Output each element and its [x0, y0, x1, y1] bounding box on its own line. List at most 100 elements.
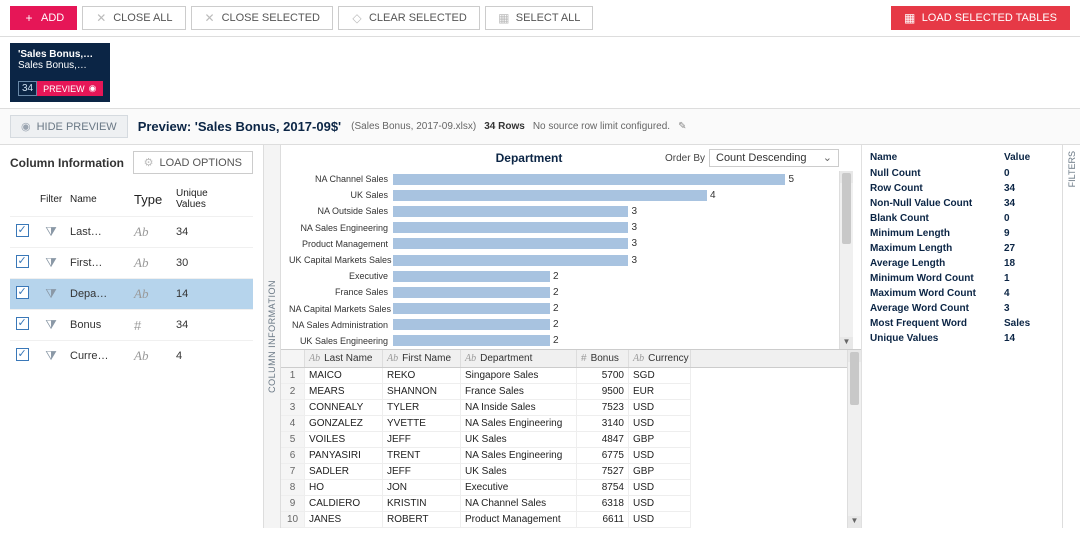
checkbox[interactable]	[16, 255, 29, 268]
row-number: 3	[281, 400, 305, 416]
chart-bar-row[interactable]: Executive 2	[289, 268, 839, 284]
col-unique-values: 34	[174, 224, 234, 240]
hide-preview-button[interactable]: ◉HIDE PREVIEW	[10, 115, 128, 138]
select-all-button[interactable]: ▦SELECT ALL	[485, 6, 594, 30]
chart-title: Department	[393, 151, 665, 165]
table-row[interactable]: 9CALDIEROKRISTINNA Channel Sales6318USD	[281, 496, 847, 512]
stat-value: 34	[1004, 198, 1054, 209]
add-button[interactable]: +ADD	[10, 6, 77, 30]
load-options-button[interactable]: ⚙LOAD OPTIONS	[133, 151, 253, 174]
grid-head-bonus[interactable]: Bonus	[591, 353, 619, 364]
funnel-icon[interactable]: ⧩	[45, 255, 57, 270]
filters-vertical-tab[interactable]: FILTERS	[1062, 145, 1080, 528]
table-row[interactable]: 5VOILESJEFFUK Sales4847GBP	[281, 432, 847, 448]
scroll-down-icon[interactable]: ▼	[840, 337, 853, 349]
table-row[interactable]: 10JANESROBERTProduct Management6611USD	[281, 512, 847, 528]
bar-track: 2	[393, 335, 839, 346]
cell-lastname: GONZALEZ	[305, 416, 383, 432]
table-row[interactable]: 2MEARSSHANNONFrance Sales9500EUR	[281, 384, 847, 400]
column-info-row[interactable]: ⧩Depa…Ab14	[10, 278, 253, 309]
chart-bar-row[interactable]: UK Capital Markets Sales3	[289, 252, 839, 268]
checkbox[interactable]	[16, 224, 29, 237]
chart-bar-row[interactable]: UK Sales4	[289, 187, 839, 203]
load-selected-tables-button[interactable]: ▦LOAD SELECTED TABLES	[891, 6, 1070, 30]
chart-area: Department Order By Count Descending NA …	[281, 145, 861, 349]
table-row[interactable]: 3CONNEALYTYLERNA Inside Sales7523USD	[281, 400, 847, 416]
funnel-icon[interactable]: ⧩	[45, 224, 57, 239]
table-row[interactable]: 6PANYASIRITRENTNA Sales Engineering6775U…	[281, 448, 847, 464]
table-row[interactable]: 1MAICOREKOSingapore Sales5700SGD	[281, 368, 847, 384]
eye-icon: ◉	[21, 120, 31, 133]
clear-selected-button[interactable]: ◇CLEAR SELECTED	[338, 6, 480, 30]
stat-name: Average Length	[870, 258, 1004, 269]
checkbox[interactable]	[16, 348, 29, 361]
chart-bar-row[interactable]: UK Sales Engineering 2	[289, 333, 839, 349]
column-info-row[interactable]: ⧩First…Ab30	[10, 247, 253, 278]
bar-track: 3	[393, 222, 839, 233]
stat-name: Minimum Length	[870, 228, 1004, 239]
funnel-icon[interactable]: ⧩	[45, 317, 57, 332]
type-ab-icon: Ab	[465, 353, 476, 364]
grid-head-currency[interactable]: Currency	[648, 353, 689, 364]
stat-row: Maximum Word Count4	[870, 286, 1054, 301]
edit-limit-icon[interactable]: ✎	[678, 121, 686, 132]
cell-currency: USD	[629, 512, 691, 528]
table-row[interactable]: 4GONZALEZYVETTENA Sales Engineering3140U…	[281, 416, 847, 432]
chart-bar-row[interactable]: NA Sales Administration2	[289, 317, 839, 333]
ci-head-filter: Filter	[38, 192, 64, 207]
chart-bar-row[interactable]: NA Sales Engineering3	[289, 220, 839, 236]
funnel-icon[interactable]: ⧩	[45, 286, 57, 301]
scroll-thumb[interactable]	[842, 173, 851, 244]
column-info-vertical-tab[interactable]: COLUMN INFORMATION	[263, 145, 281, 528]
grid-head-firstname[interactable]: First Name	[402, 353, 451, 364]
scroll-down-icon[interactable]: ▼	[848, 516, 861, 528]
chart-bar-row[interactable]: NA Outside Sales3	[289, 203, 839, 219]
bar-value: 2	[553, 335, 559, 346]
cell-department: Singapore Sales	[461, 368, 577, 384]
bar-value: 2	[553, 271, 559, 282]
bar-label: UK Capital Markets Sales	[289, 255, 393, 265]
stat-row: Null Count0	[870, 166, 1054, 181]
stat-name: Average Word Count	[870, 303, 1004, 314]
cell-firstname: JON	[383, 480, 461, 496]
funnel-icon[interactable]: ⧩	[45, 348, 57, 363]
cell-lastname: CONNEALY	[305, 400, 383, 416]
ci-head-type: Type	[132, 190, 170, 209]
table-row[interactable]: 8HOJONExecutive8754USD	[281, 480, 847, 496]
bar-label: UK Sales Engineering	[289, 336, 393, 346]
table-card[interactable]: 'Sales Bonus,… Sales Bonus,… 34 PREVIEW◉	[10, 43, 110, 102]
chart-bar-row[interactable]: NA Capital Markets Sales2	[289, 301, 839, 317]
cell-bonus: 8754	[577, 480, 629, 496]
row-number: 1	[281, 368, 305, 384]
grid-scrollbar[interactable]: ▲ ▼	[847, 350, 861, 528]
cell-department: Executive	[461, 480, 577, 496]
grid-head-lastname[interactable]: Last Name	[324, 353, 372, 364]
bar-label: Executive	[289, 271, 393, 281]
table-row[interactable]: 7SADLERJEFFUK Sales7527GBP	[281, 464, 847, 480]
orderby-select[interactable]: Count Descending	[709, 149, 839, 167]
cell-currency: GBP	[629, 464, 691, 480]
card-preview-button[interactable]: PREVIEW◉	[37, 81, 102, 96]
column-info-row[interactable]: ⧩Curre…Ab4	[10, 340, 253, 371]
close-all-button[interactable]: ✕CLOSE ALL	[82, 6, 185, 30]
column-info-row[interactable]: ⧩Last…Ab34	[10, 216, 253, 247]
checkbox[interactable]	[16, 317, 29, 330]
chart-bar-row[interactable]: NA Channel Sales5	[289, 171, 839, 187]
chart-bar-row[interactable]: France Sales2	[289, 284, 839, 300]
preview-row-limit: No source row limit configured.	[533, 121, 670, 132]
select-all-icon: ▦	[498, 12, 510, 24]
row-number: 9	[281, 496, 305, 512]
col-unique-values: 4	[174, 348, 234, 364]
scroll-thumb[interactable]	[850, 352, 859, 405]
checkbox[interactable]	[16, 286, 29, 299]
column-info-row[interactable]: ⧩Bonus#34	[10, 309, 253, 340]
bar-label: NA Capital Markets Sales	[289, 304, 393, 314]
chart-bar-row[interactable]: Product Management3	[289, 236, 839, 252]
stat-row: Average Word Count3	[870, 301, 1054, 316]
grid-head-department[interactable]: Department	[480, 353, 532, 364]
close-selected-button[interactable]: ✕CLOSE SELECTED	[191, 6, 333, 30]
cell-lastname: HO	[305, 480, 383, 496]
chart-scrollbar[interactable]: ▲ ▼	[839, 171, 853, 349]
col-unique-values: 34	[174, 317, 234, 333]
preview-filename: (Sales Bonus, 2017-09.xlsx)	[351, 121, 476, 132]
